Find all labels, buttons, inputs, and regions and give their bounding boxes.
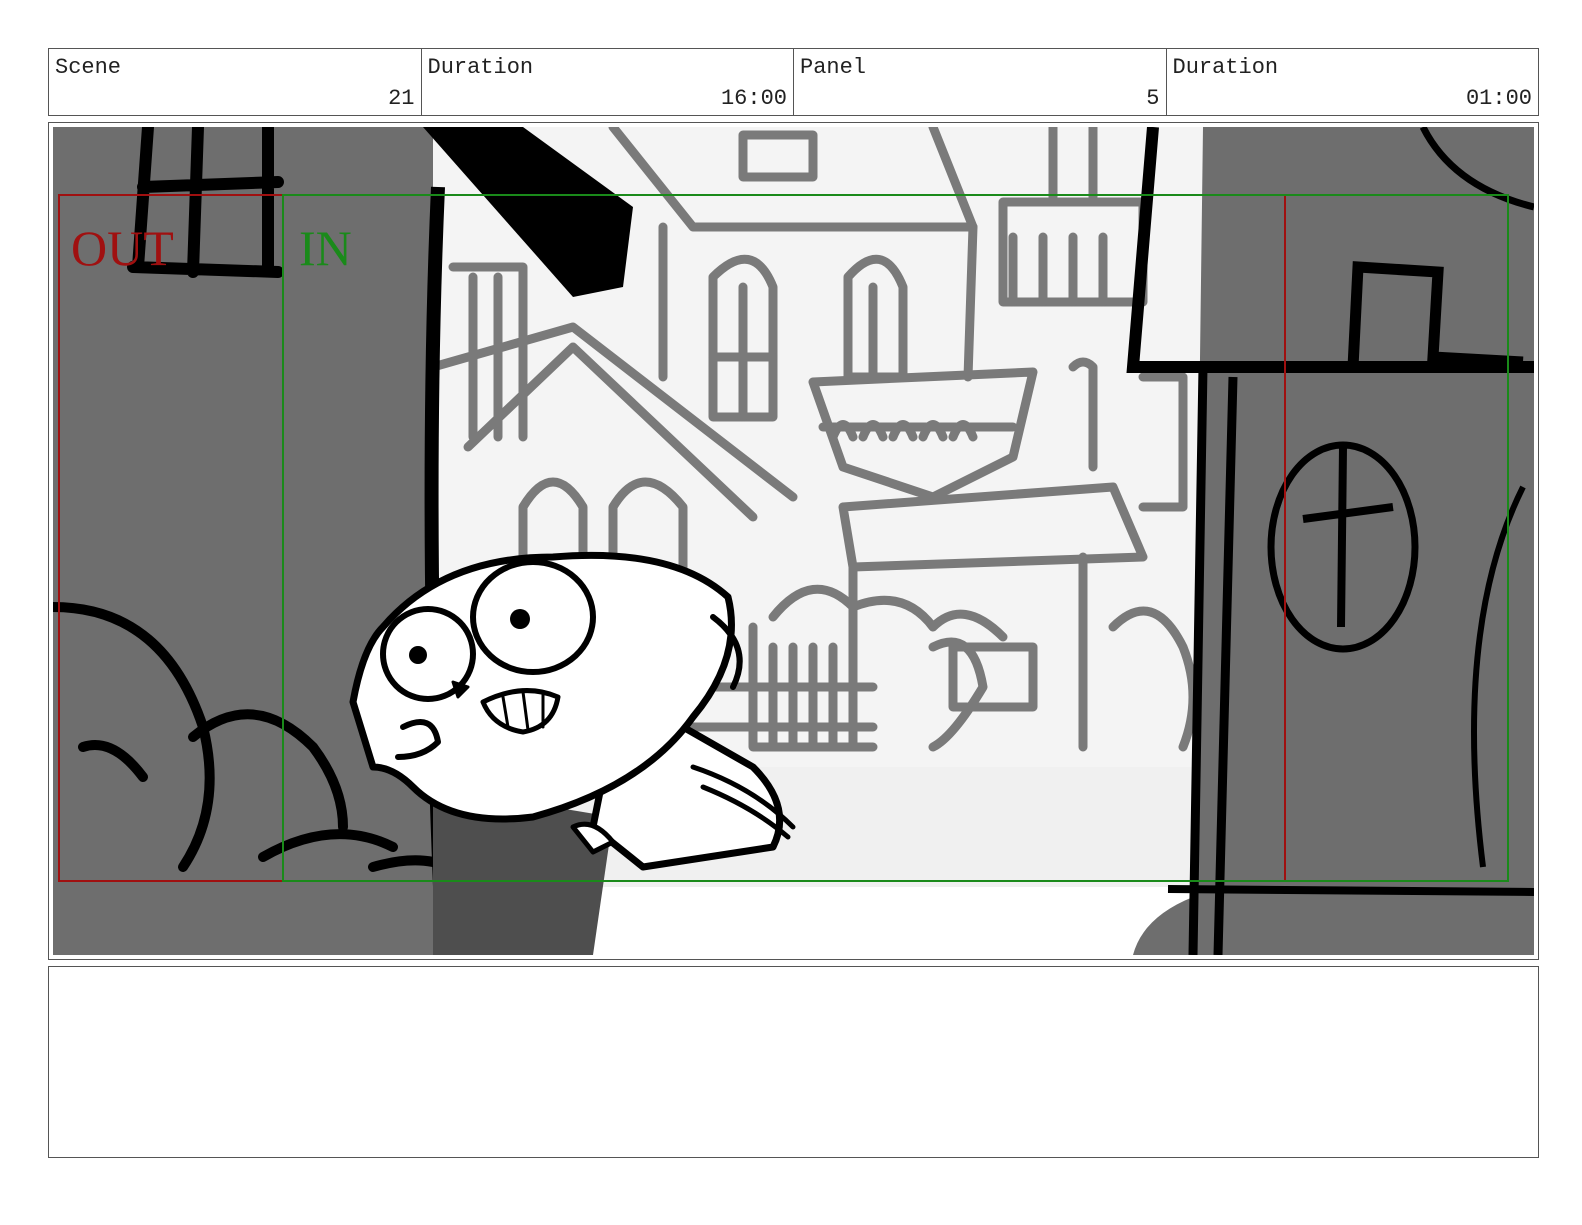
panel-label: Panel xyxy=(800,55,867,80)
storyboard-frame: OUT IN xyxy=(48,122,1539,960)
right-ground-line xyxy=(1167,885,1534,896)
panel-cell: Panel 5 xyxy=(794,49,1167,115)
panel-duration-value: 01:00 xyxy=(1465,86,1532,111)
panel-value: 5 xyxy=(1146,86,1160,111)
storyboard-drawing xyxy=(53,127,1534,955)
panel-header: Scene 21 Duration 16:00 Panel 5 Duration… xyxy=(48,48,1539,116)
in-label: IN xyxy=(299,220,352,276)
scene-cell: Scene 21 xyxy=(49,49,422,115)
panel-duration-label: Duration xyxy=(1172,55,1279,80)
scene-value: 21 xyxy=(388,86,415,111)
scene-duration-cell: Duration 16:00 xyxy=(422,49,794,115)
notes-box[interactable] xyxy=(48,966,1539,1158)
scene-label: Scene xyxy=(55,55,122,80)
scene-duration-label: Duration xyxy=(427,55,534,80)
scene-duration-value: 16:00 xyxy=(720,86,787,111)
panel-duration-cell: Duration 01:00 xyxy=(1167,49,1539,115)
out-label: OUT xyxy=(71,220,174,276)
